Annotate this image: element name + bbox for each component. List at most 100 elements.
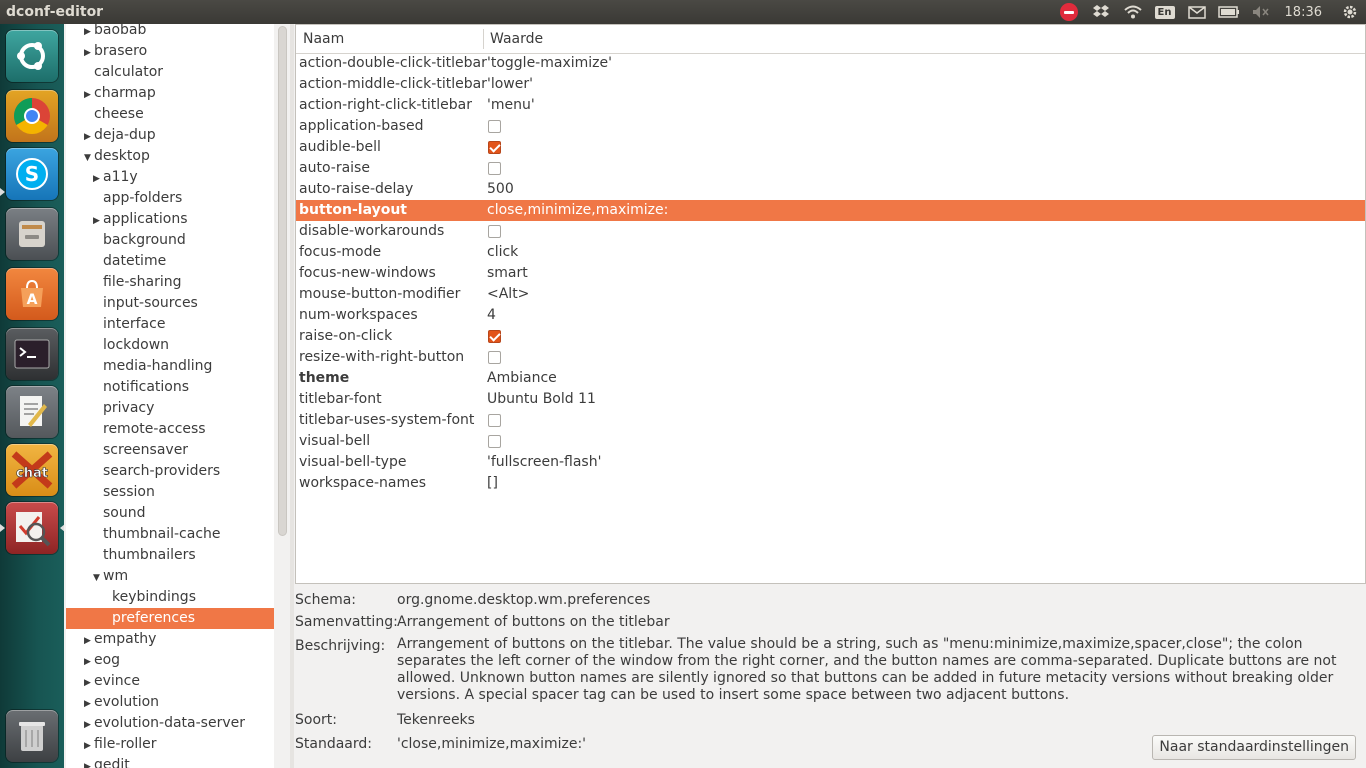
tree-item[interactable]: remote-access [66, 419, 274, 440]
tree-item[interactable]: ▶ a11y [66, 167, 274, 188]
key-value[interactable]: 500 [487, 179, 514, 200]
chrome-icon[interactable] [6, 90, 58, 142]
keyboard-layout-indicator[interactable]: En [1154, 2, 1176, 22]
collapsed-arrow-icon[interactable]: ▶ [84, 85, 94, 106]
tree-item[interactable]: calculator [66, 62, 274, 83]
key-row[interactable]: raise-on-click [296, 326, 1365, 347]
key-row[interactable]: auto-raise [296, 158, 1365, 179]
key-value[interactable]: close,minimize,maximize: [487, 200, 668, 221]
tree-item[interactable]: ▶ charmap [66, 83, 274, 104]
volume-muted-icon[interactable] [1250, 2, 1272, 22]
tree-item[interactable]: input-sources [66, 293, 274, 314]
key-row[interactable]: mouse-button-modifier <Alt> [296, 284, 1365, 305]
dconf-editor-icon[interactable] [6, 502, 58, 554]
tree-item[interactable]: preferences [66, 608, 274, 629]
tree-item[interactable]: notifications [66, 377, 274, 398]
checkbox-unchecked[interactable] [488, 414, 501, 427]
collapsed-arrow-icon[interactable]: ▶ [84, 673, 94, 694]
text-editor-icon[interactable] [6, 386, 58, 438]
key-value[interactable]: click [487, 242, 518, 263]
software-center-icon[interactable]: A [6, 268, 58, 320]
collapsed-arrow-icon[interactable]: ▶ [84, 694, 94, 715]
tree-item[interactable]: ▶ empathy [66, 629, 274, 650]
column-header-value[interactable]: Waarde [490, 25, 543, 53]
expanded-arrow-icon[interactable]: ▼ [84, 148, 94, 169]
key-row[interactable]: application-based [296, 116, 1365, 137]
tree-item[interactable]: interface [66, 314, 274, 335]
tree-item[interactable]: app-folders [66, 188, 274, 209]
key-value[interactable]: 'menu' [487, 95, 535, 116]
tree-item[interactable]: ▶ gedit [66, 755, 274, 768]
key-value[interactable]: 'toggle-maximize' [487, 53, 612, 74]
tree-item[interactable]: ▼ wm [66, 566, 274, 587]
set-to-default-button[interactable]: Naar standaardinstellingen [1152, 735, 1356, 760]
tree-item[interactable]: sound [66, 503, 274, 524]
collapsed-arrow-icon[interactable]: ▶ [84, 736, 94, 757]
tree-item[interactable]: cheese [66, 104, 274, 125]
key-row[interactable]: audible-bell [296, 137, 1365, 158]
checkbox-checked[interactable] [488, 141, 501, 154]
tree-item[interactable]: ▶ baobab [66, 24, 274, 41]
battery-icon[interactable] [1217, 2, 1240, 22]
mail-icon[interactable] [1186, 2, 1208, 22]
key-row[interactable]: action-right-click-titlebar 'menu' [296, 95, 1365, 116]
key-row[interactable]: titlebar-uses-system-font [296, 410, 1365, 431]
checkbox-unchecked[interactable] [488, 351, 501, 364]
wifi-icon[interactable] [1122, 2, 1144, 22]
collapsed-arrow-icon[interactable]: ▶ [84, 631, 94, 652]
tree-item[interactable]: lockdown [66, 335, 274, 356]
collapsed-arrow-icon[interactable]: ▶ [84, 127, 94, 148]
key-row[interactable]: disable-workarounds [296, 221, 1365, 242]
key-row[interactable]: focus-mode click [296, 242, 1365, 263]
tree-item[interactable]: thumbnail-cache [66, 524, 274, 545]
key-row[interactable]: theme Ambiance [296, 368, 1365, 389]
tree-item[interactable]: ▼ desktop [66, 146, 274, 167]
tree-item[interactable]: ▶ eog [66, 650, 274, 671]
checkbox-unchecked[interactable] [488, 120, 501, 133]
key-value[interactable]: 4 [487, 305, 496, 326]
tree-item[interactable]: ▶ deja-dup [66, 125, 274, 146]
key-value[interactable]: 'fullscreen-flash' [487, 452, 601, 473]
scrollbar-thumb[interactable] [278, 26, 287, 536]
clock[interactable]: 18:36 [1285, 2, 1322, 22]
tree-scrollbar[interactable] [274, 24, 290, 768]
key-value[interactable]: 'lower' [487, 74, 533, 95]
schema-tree[interactable]: ▶ baobab ▶ brasero calculator ▶ charmap cheese ▶… [66, 24, 275, 768]
tree-item[interactable]: ▶ brasero [66, 41, 274, 62]
key-row[interactable]: workspace-names [] [296, 473, 1365, 494]
pane-separator[interactable] [290, 24, 294, 768]
key-row[interactable]: num-workspaces 4 [296, 305, 1365, 326]
key-row[interactable]: visual-bell [296, 431, 1365, 452]
checkbox-unchecked[interactable] [488, 225, 501, 238]
files-icon[interactable] [6, 208, 58, 260]
tree-item[interactable]: thumbnailers [66, 545, 274, 566]
collapsed-arrow-icon[interactable]: ▶ [84, 757, 94, 768]
tree-item[interactable]: ▶ applications [66, 209, 274, 230]
tree-item[interactable]: ▶ file-roller [66, 734, 274, 755]
key-value[interactable]: <Alt> [487, 284, 529, 305]
key-value[interactable]: Ambiance [487, 368, 557, 389]
key-value[interactable]: smart [487, 263, 528, 284]
expanded-arrow-icon[interactable]: ▼ [93, 568, 103, 589]
tree-item[interactable]: ▶ evince [66, 671, 274, 692]
key-row[interactable]: auto-raise-delay 500 [296, 179, 1365, 200]
tree-item[interactable]: keybindings [66, 587, 274, 608]
collapsed-arrow-icon[interactable]: ▶ [84, 652, 94, 673]
key-row[interactable]: button-layout close,minimize,maximize: [296, 200, 1365, 221]
collapsed-arrow-icon[interactable]: ▶ [93, 211, 103, 232]
tree-item[interactable]: ▶ evolution-data-server [66, 713, 274, 734]
key-row[interactable]: focus-new-windows smart [296, 263, 1365, 284]
indicator-app-icon[interactable] [1058, 2, 1080, 22]
key-value[interactable]: Ubuntu Bold 11 [487, 389, 596, 410]
dropbox-icon[interactable] [1090, 2, 1112, 22]
collapsed-arrow-icon[interactable]: ▶ [84, 715, 94, 736]
gear-icon[interactable] [1339, 2, 1361, 22]
tree-item[interactable]: file-sharing [66, 272, 274, 293]
collapsed-arrow-icon[interactable]: ▶ [84, 43, 94, 64]
tree-item[interactable]: media-handling [66, 356, 274, 377]
skype-icon[interactable]: S [6, 148, 58, 200]
tree-item[interactable]: session [66, 482, 274, 503]
collapsed-arrow-icon[interactable]: ▶ [93, 169, 103, 190]
checkbox-checked[interactable] [488, 330, 501, 343]
key-row[interactable]: visual-bell-type 'fullscreen-flash' [296, 452, 1365, 473]
